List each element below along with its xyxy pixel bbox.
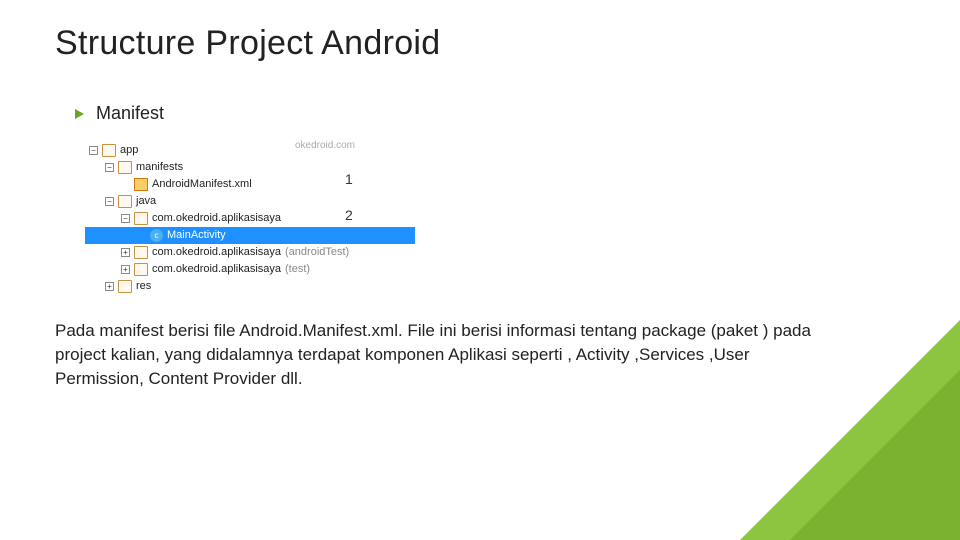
tree-label: AndroidManifest.xml [152,176,252,193]
toggle-icon: − [105,163,114,172]
annotation-2: 2 [345,205,353,226]
tree-row-package-main: − com.okedroid.aplikasisaya [85,210,415,227]
tree-row-package-test: + com.okedroid.aplikasisaya (test) [85,261,415,278]
watermark: okedroid.com [295,138,355,153]
folder-icon [134,212,148,225]
toggle-icon [121,180,130,189]
tree-row-res: + res [85,278,415,295]
tree-row-app: − app [85,142,415,159]
toggle-icon: + [105,282,114,291]
toggle-icon: + [121,265,130,274]
tree-row-java: − java [85,193,415,210]
toggle-icon: − [105,197,114,206]
tree-row-androidmanifest: AndroidManifest.xml [85,176,415,193]
folder-icon [118,280,132,293]
bullet-row: Manifest [75,103,910,124]
tree-label: com.okedroid.aplikasisaya [152,261,281,278]
tree-label-suffix: (androidTest) [285,244,349,261]
bullet-text: Manifest [96,103,164,124]
tree-row-package-androidtest: + com.okedroid.aplikasisaya (androidTest… [85,244,415,261]
tree-row-manifests: − manifests [85,159,415,176]
slide-title: Structure Project Android [55,24,910,63]
toggle-icon [137,231,146,240]
tree-label: com.okedroid.aplikasisaya [152,210,281,227]
folder-icon [134,263,148,276]
bullet-icon [75,109,84,119]
folder-icon [118,161,132,174]
description-paragraph: Pada manifest berisi file Android.Manife… [55,319,835,390]
tree-label: res [136,278,151,295]
folder-icon [134,246,148,259]
toggle-icon: − [89,146,98,155]
tree-label-suffix: (test) [285,261,310,278]
class-icon: c [150,229,163,242]
tree-label: java [136,193,156,210]
tree-row-mainactivity: c MainActivity [85,227,415,244]
tree-label: app [120,142,138,159]
toggle-icon: + [121,248,130,257]
folder-icon [118,195,132,208]
tree-label: MainActivity [167,227,226,244]
folder-icon [102,144,116,157]
xml-file-icon [134,178,148,191]
toggle-icon: − [121,214,130,223]
annotation-1: 1 [345,169,353,190]
tree-label: manifests [136,159,183,176]
decorative-corner-overlay [790,370,960,540]
tree-label: com.okedroid.aplikasisaya [152,244,281,261]
project-tree: okedroid.com − app − manifests AndroidMa… [85,142,415,295]
